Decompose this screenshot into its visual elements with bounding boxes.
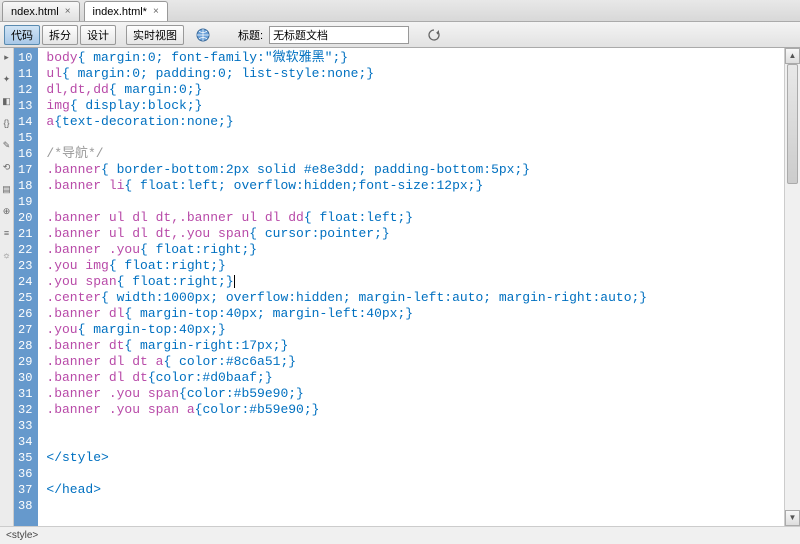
status-bar: <style> bbox=[0, 526, 800, 544]
editor-window: ndex.html × index.html* × 代码 拆分 设计 实时视图 … bbox=[0, 0, 800, 544]
scrollbar-thumb[interactable] bbox=[787, 64, 798, 184]
view-split-button[interactable]: 拆分 bbox=[42, 25, 78, 45]
gutter-icon[interactable]: ✎ bbox=[2, 140, 12, 150]
gutter-icon[interactable]: ▸ bbox=[2, 52, 12, 62]
refresh-icon[interactable] bbox=[425, 26, 443, 44]
editor-area: ▸ ✦ ◧ {} ✎ ⟲ ▤ ⊕ ≡ ☼ 1011121314151617181… bbox=[0, 48, 800, 526]
line-number-gutter: 1011121314151617181920212223242526272829… bbox=[14, 48, 38, 526]
view-design-button[interactable]: 设计 bbox=[80, 25, 116, 45]
gutter-icon[interactable]: ☼ bbox=[2, 250, 12, 260]
globe-icon[interactable] bbox=[194, 26, 212, 44]
code-container[interactable]: 1011121314151617181920212223242526272829… bbox=[14, 48, 800, 526]
left-tool-gutter: ▸ ✦ ◧ {} ✎ ⟲ ▤ ⊕ ≡ ☼ bbox=[0, 48, 14, 526]
gutter-icon[interactable]: ◧ bbox=[2, 96, 12, 106]
gutter-icon[interactable]: ⊕ bbox=[2, 206, 12, 216]
close-icon[interactable]: × bbox=[65, 6, 71, 17]
scroll-down-arrow-icon[interactable]: ▼ bbox=[785, 510, 800, 526]
view-code-button[interactable]: 代码 bbox=[4, 25, 40, 45]
document-title-input[interactable] bbox=[269, 26, 409, 44]
gutter-icon[interactable]: ⟲ bbox=[2, 162, 12, 172]
close-icon[interactable]: × bbox=[153, 6, 159, 17]
gutter-icon[interactable]: {} bbox=[2, 118, 12, 128]
status-breadcrumb: <style> bbox=[6, 530, 38, 541]
gutter-icon[interactable]: ✦ bbox=[2, 74, 12, 84]
tab-label: index.html* bbox=[93, 6, 147, 18]
live-view-button[interactable]: 实时视图 bbox=[126, 25, 184, 45]
scrollbar-track[interactable] bbox=[785, 64, 800, 510]
tab-index-html[interactable]: index.html* × bbox=[84, 1, 168, 21]
tab-ndex-html[interactable]: ndex.html × bbox=[2, 1, 80, 21]
tab-label: ndex.html bbox=[11, 6, 59, 18]
code-text[interactable]: body{ margin:0; font-family:"微软雅黑";}ul{ … bbox=[38, 48, 800, 526]
gutter-icon[interactable]: ▤ bbox=[2, 184, 12, 194]
scroll-up-arrow-icon[interactable]: ▲ bbox=[785, 48, 800, 64]
title-label: 标题: bbox=[238, 27, 263, 43]
vertical-scrollbar[interactable]: ▲ ▼ bbox=[784, 48, 800, 526]
document-tabs: ndex.html × index.html* × bbox=[0, 0, 800, 22]
toolbar: 代码 拆分 设计 实时视图 标题: bbox=[0, 22, 800, 48]
gutter-icon[interactable]: ≡ bbox=[2, 228, 12, 238]
